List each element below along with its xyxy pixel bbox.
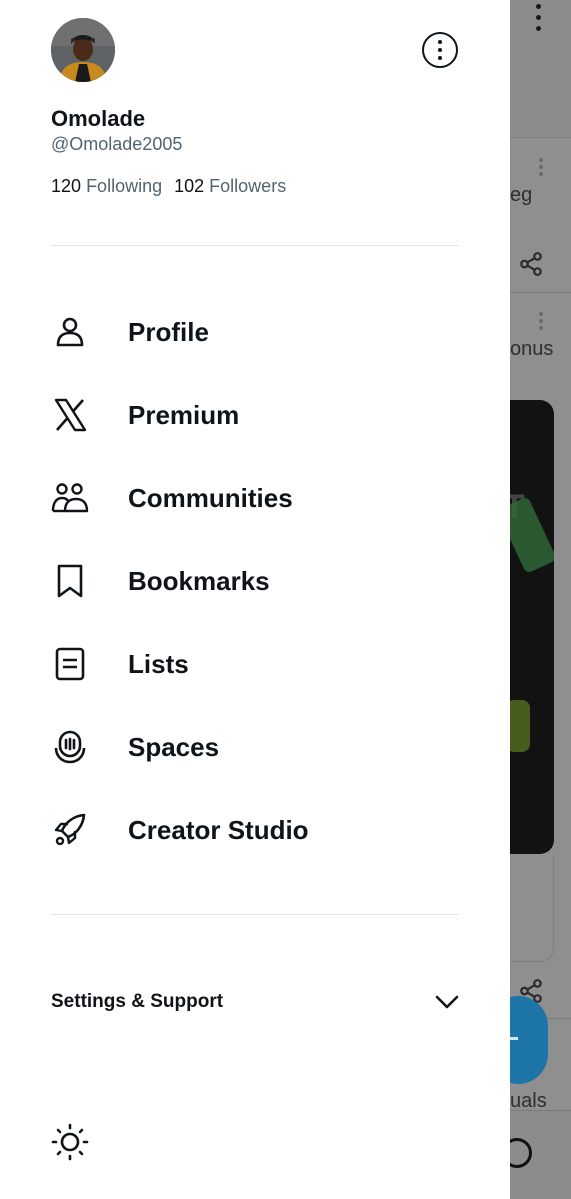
menu-label: Profile (128, 316, 209, 347)
menu-item-lists[interactable]: Lists (51, 634, 471, 694)
menu-label: Bookmarks (128, 565, 270, 596)
menu-label: Spaces (128, 731, 220, 762)
username-handle: @Omolade2005 (51, 134, 183, 154)
follow-stats: 120 Following 102 Followers (51, 176, 286, 197)
divider (51, 245, 459, 246)
menu-item-profile[interactable]: Profile (51, 302, 471, 362)
navigation-drawer: Omolade @Omolade2005 120 Following 102 Fo… (0, 0, 510, 1199)
menu-label: Premium (128, 399, 240, 430)
communities-icon (51, 479, 89, 517)
overflow-menu-icon (530, 4, 546, 34)
followers-count: 102 (174, 176, 205, 196)
spaces-icon (51, 728, 89, 766)
menu-item-premium[interactable]: Premium (51, 385, 471, 445)
share-icon (520, 252, 542, 276)
menu-label: Lists (128, 648, 189, 679)
menu-item-communities[interactable]: Communities (51, 468, 471, 528)
followers-label: Followers (209, 176, 287, 196)
plus-icon (510, 1037, 518, 1040)
post-more-icon (536, 312, 546, 334)
screen: eg onus T al uals (0, 0, 571, 1199)
divider (51, 914, 459, 915)
bookmark-icon (51, 562, 89, 600)
menu-item-bookmarks[interactable]: Bookmarks (51, 551, 471, 611)
followers-link[interactable]: 102 Followers (174, 176, 286, 196)
menu-item-spaces[interactable]: Spaces (51, 717, 471, 777)
person-icon (51, 313, 89, 351)
background-post-text: onus (510, 338, 554, 360)
following-count: 120 (51, 176, 82, 196)
menu-label: Communities (128, 482, 293, 513)
avatar[interactable] (51, 18, 115, 82)
theme-toggle-sun-icon[interactable] (50, 1122, 90, 1162)
background-divider (510, 292, 571, 293)
x-logo-icon (51, 396, 89, 434)
menu-label: Creator Studio (128, 814, 309, 845)
settings-and-support-toggle[interactable]: Settings & Support (51, 980, 461, 1024)
following-link[interactable]: 120 Following (51, 176, 162, 196)
more-options-button[interactable] (422, 32, 458, 68)
avatar-image (51, 18, 115, 82)
rocket-icon (51, 811, 89, 849)
following-label: Following (86, 176, 163, 196)
display-name[interactable]: Omolade (51, 106, 145, 132)
settings-label: Settings & Support (51, 991, 224, 1012)
list-icon (51, 645, 89, 683)
background-post-text: eg (510, 184, 533, 206)
chevron-down-icon (435, 995, 459, 1009)
post-more-icon (536, 158, 546, 180)
menu-item-creator-studio[interactable]: Creator Studio (51, 800, 471, 860)
